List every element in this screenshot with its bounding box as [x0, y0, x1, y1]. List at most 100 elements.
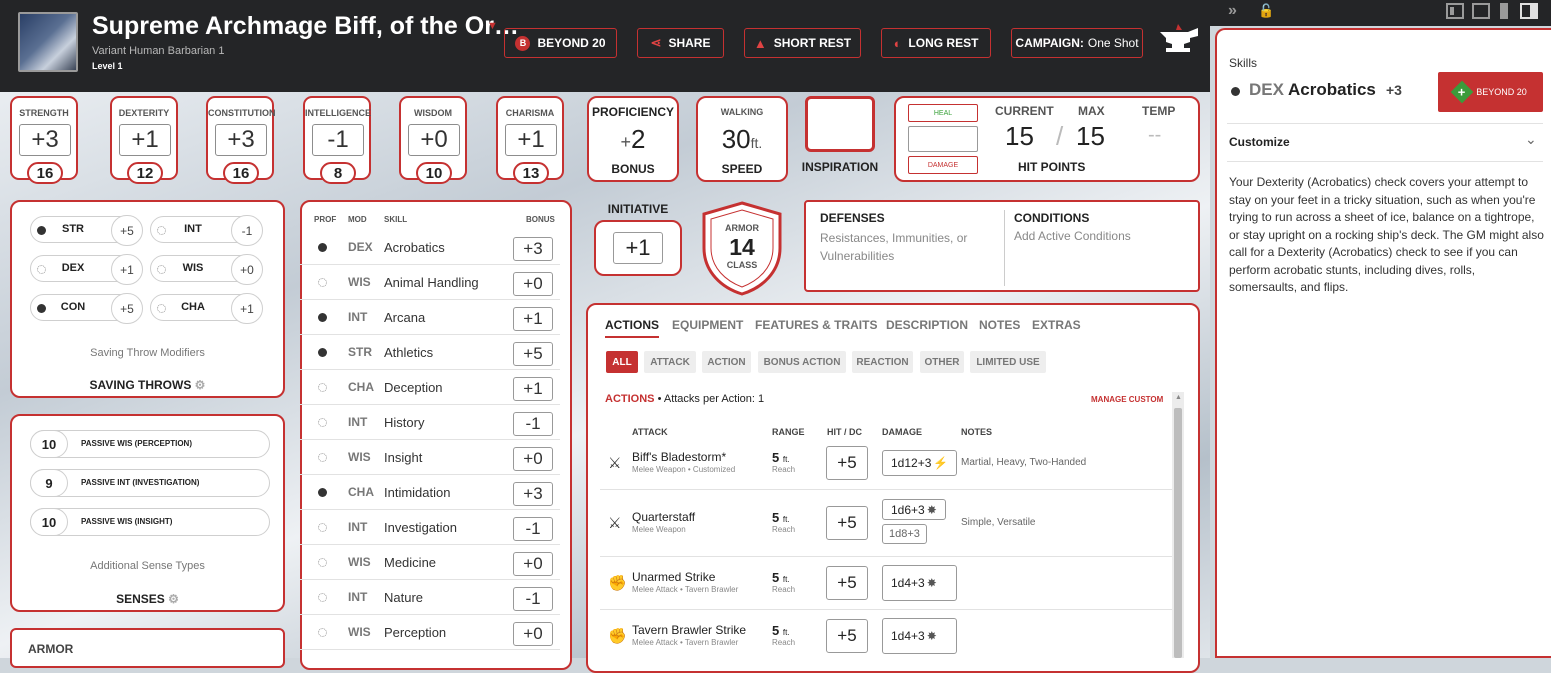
- ability-score: 10: [416, 162, 452, 184]
- passive-investigation[interactable]: 9 PASSIVE INT (INVESTIGATION): [30, 469, 270, 497]
- actions-scrollbar[interactable]: ▲: [1172, 392, 1184, 658]
- attack-roll-button[interactable]: +5: [826, 566, 868, 600]
- saving-throw-str[interactable]: STR +5: [30, 215, 143, 246]
- skill-row-nature[interactable]: INT Nature -1: [300, 580, 560, 615]
- chevron-down-icon[interactable]: ▼: [487, 20, 498, 32]
- dock-left-icon[interactable]: [1446, 3, 1464, 19]
- skill-row-insight[interactable]: WIS Insight +0: [300, 440, 560, 475]
- attack-roll-button[interactable]: +5: [826, 619, 868, 653]
- saving-throw-cha[interactable]: CHA +1: [150, 293, 263, 324]
- sidebar-section-label: Skills: [1229, 56, 1258, 70]
- action-row-tavern-brawler-strike[interactable]: ✊ Tavern Brawler Strike Melee Attack • T…: [600, 610, 1172, 663]
- proficiency-value: +2: [620, 124, 646, 154]
- initiative-box[interactable]: +1: [594, 220, 682, 276]
- damage-roll-button[interactable]: 1d4+3 ✸: [882, 618, 957, 654]
- manage-custom-link[interactable]: MANAGE CUSTOM: [1091, 395, 1163, 404]
- skill-row-medicine[interactable]: WIS Medicine +0: [300, 545, 560, 580]
- skill-row-arcana[interactable]: INT Arcana +1: [300, 300, 560, 335]
- ability-score: 16: [223, 162, 259, 184]
- saving-throw-int[interactable]: INT -1: [150, 215, 263, 246]
- attack-roll-button[interactable]: +5: [826, 446, 868, 480]
- ability-charisma[interactable]: CHARISMA +1 13: [496, 96, 564, 184]
- character-name[interactable]: Supreme Archmage Biff, of the Or…: [92, 12, 519, 41]
- hp-current[interactable]: 15: [1005, 121, 1034, 152]
- scrollbar-thumb[interactable]: [1174, 408, 1182, 658]
- sidebar-stat: DEX: [1249, 80, 1284, 99]
- gear-icon[interactable]: ⚙: [195, 378, 206, 392]
- gear-icon[interactable]: ⚙: [168, 592, 179, 606]
- ability-intelligence[interactable]: INTELLIGENCE -1 8: [303, 96, 371, 184]
- hp-adjust-input[interactable]: [908, 126, 978, 152]
- passive-perception[interactable]: 10 PASSIVE WIS (PERCEPTION): [30, 430, 270, 458]
- attack-roll-button[interactable]: +5: [826, 506, 868, 540]
- damage-roll-button[interactable]: 1d6+3 ✸: [882, 499, 946, 520]
- collapse-sidebar-icon[interactable]: »: [1228, 2, 1237, 20]
- skill-row-athletics[interactable]: STR Athletics +5: [300, 335, 560, 370]
- skill-row-perception[interactable]: WIS Perception +0: [300, 615, 560, 650]
- chevron-down-icon[interactable]: ⌄: [1525, 131, 1537, 148]
- senses-title[interactable]: SENSES ⚙: [12, 592, 283, 606]
- tab-extras[interactable]: EXTRAS: [1032, 318, 1081, 332]
- damage-roll-button[interactable]: 1d12+3 ⚡: [882, 450, 957, 476]
- tab-features-traits[interactable]: FEATURES & TRAITS: [755, 318, 877, 332]
- saving-throw-wis[interactable]: WIS +0: [150, 254, 263, 285]
- defenses-text[interactable]: Resistances, Immunities, or Vulnerabilit…: [820, 229, 990, 265]
- short-rest-button[interactable]: ▲ SHORT REST: [744, 28, 861, 58]
- saving-throw-con[interactable]: CON +5: [30, 293, 143, 324]
- skill-row-intimidation[interactable]: CHA Intimidation +3: [300, 475, 560, 510]
- campaign-button[interactable]: CAMPAIGN: One Shot: [1011, 28, 1143, 58]
- tab-notes[interactable]: NOTES: [979, 318, 1020, 332]
- anvil-logo-icon[interactable]: [1158, 22, 1202, 58]
- character-avatar[interactable]: [18, 12, 78, 72]
- ability-constitution[interactable]: CONSTITUTION +3 16: [206, 96, 276, 184]
- filter-other[interactable]: OTHER: [920, 351, 964, 373]
- filter-reaction[interactable]: REACTION: [852, 351, 913, 373]
- skill-row-history[interactable]: INT History -1: [300, 405, 560, 440]
- passive-insight[interactable]: 10 PASSIVE WIS (INSIGHT): [30, 508, 270, 536]
- sidebar-description: Your Dexterity (Acrobatics) check covers…: [1229, 175, 1544, 294]
- hp-separator: /: [1056, 121, 1064, 151]
- damage-button[interactable]: DAMAGE: [908, 156, 978, 174]
- hit-points-box: HEAL DAMAGE CURRENT MAX TEMP 15 / 15 -- …: [894, 96, 1200, 182]
- armor-class-value[interactable]: 14: [700, 234, 784, 261]
- scroll-up-icon[interactable]: ▲: [1175, 394, 1182, 401]
- saving-throw-dex[interactable]: DEX +1: [30, 254, 143, 285]
- long-rest-button[interactable]: ◐ LONG REST: [881, 28, 991, 58]
- beyond20-button[interactable]: B BEYOND 20: [504, 28, 617, 58]
- conditions-text[interactable]: Add Active Conditions: [1014, 229, 1131, 243]
- tab-actions[interactable]: ACTIONS: [605, 318, 659, 338]
- hp-temp[interactable]: --: [1148, 124, 1161, 147]
- ability-dexterity[interactable]: DEXTERITY +1 12: [110, 96, 178, 184]
- versatile-damage-button[interactable]: 1d8+3: [882, 524, 927, 544]
- dock-right-icon[interactable]: [1472, 3, 1490, 19]
- action-row-unarmed-strike[interactable]: ✊ Unarmed Strike Melee Attack • Tavern B…: [600, 557, 1172, 610]
- filter-action[interactable]: ACTION: [702, 351, 751, 373]
- skill-row-acrobatics[interactable]: DEX Acrobatics +3: [300, 230, 560, 265]
- sidebar-beyond20-button[interactable]: + BEYOND 20: [1438, 72, 1543, 112]
- skill-row-animal-handling[interactable]: WIS Animal Handling +0: [300, 265, 560, 300]
- bludgeoning-damage-icon: ✸: [926, 502, 937, 517]
- ability-score: 13: [513, 162, 549, 184]
- tab-equipment[interactable]: EQUIPMENT: [672, 318, 743, 332]
- filter-limited-use[interactable]: LIMITED USE: [970, 351, 1046, 373]
- inspiration-toggle[interactable]: [805, 96, 875, 152]
- filter-attack[interactable]: ATTACK: [644, 351, 696, 373]
- panel-left-icon[interactable]: [1500, 3, 1508, 19]
- damage-roll-button[interactable]: 1d4+3 ✸: [882, 565, 957, 601]
- filter-bonus-action[interactable]: BONUS ACTION: [758, 351, 846, 373]
- unlock-icon[interactable]: 🔓: [1258, 3, 1274, 19]
- ability-strength[interactable]: STRENGTH +3 16: [10, 96, 78, 184]
- filter-all[interactable]: ALL: [606, 351, 638, 373]
- saving-throws-title[interactable]: SAVING THROWS ⚙: [12, 378, 283, 392]
- skill-row-investigation[interactable]: INT Investigation -1: [300, 510, 560, 545]
- action-row-quarterstaff[interactable]: ⚔ Quarterstaff Melee Weapon 5 ft. Reach …: [600, 490, 1172, 557]
- ability-wisdom[interactable]: WISDOM +0 10: [399, 96, 467, 184]
- tab-description[interactable]: DESCRIPTION: [886, 318, 968, 332]
- customize-toggle[interactable]: Customize: [1229, 135, 1290, 149]
- action-row-biffs-bladestorm[interactable]: ⚔ Biff's Bladestorm* Melee Weapon • Cust…: [600, 440, 1172, 490]
- saving-throw-caption: Saving Throw Modifiers: [90, 347, 205, 359]
- share-button[interactable]: ⋖ SHARE: [637, 28, 724, 58]
- heal-button[interactable]: HEAL: [908, 104, 978, 122]
- skill-row-deception[interactable]: CHA Deception +1: [300, 370, 560, 405]
- sidebar-skill-name: Acrobatics: [1288, 80, 1376, 99]
